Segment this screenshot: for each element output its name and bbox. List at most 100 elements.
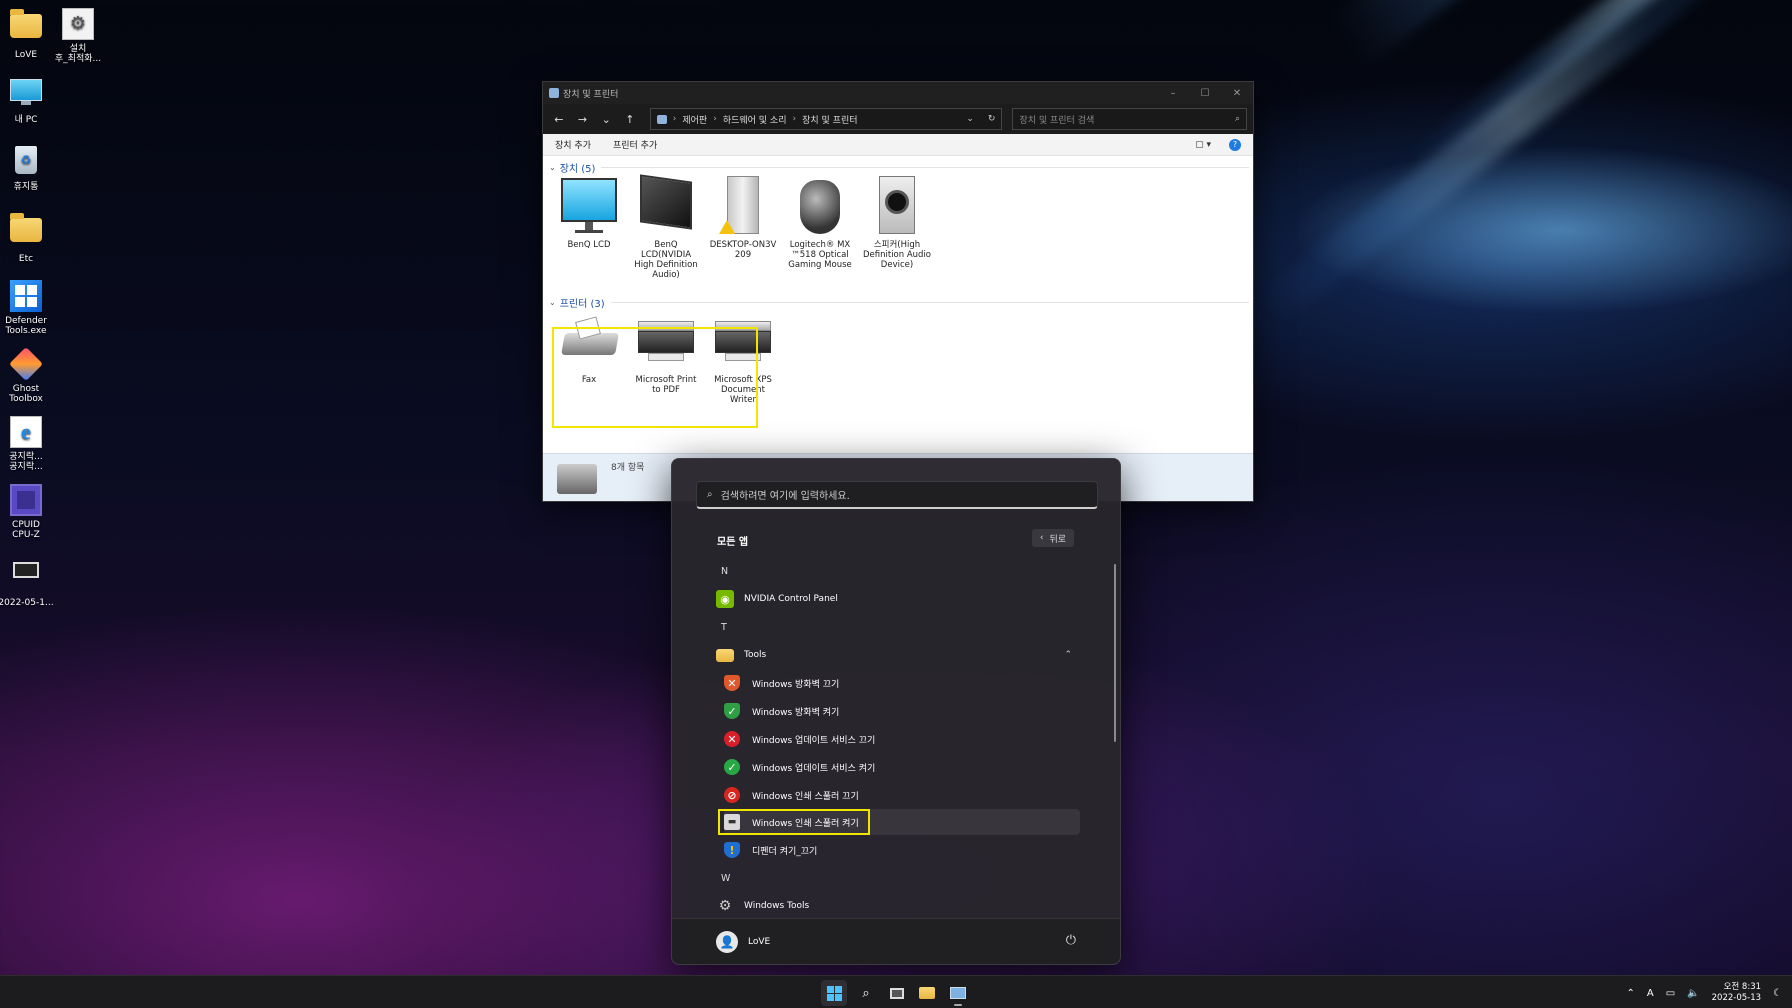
window-titlebar[interactable]: 장치 및 프린터 – ☐ ✕ (543, 82, 1253, 104)
taskbar-search-icon[interactable]: ⌕ (853, 980, 879, 1006)
collapse-chevron-icon: ⌄ (549, 298, 556, 307)
command-bar: 장치 추가 프린터 추가 ▢ ▾ ? (543, 134, 1253, 156)
firewall-on-icon: ✓ (724, 703, 740, 719)
start-footer: 👤 LoVE ⏻ (672, 918, 1120, 964)
breadcrumb-hardware-sound[interactable]: 하드웨어 및 소리 (723, 113, 787, 126)
chevron-up-icon[interactable]: ⌃ (1626, 988, 1634, 999)
folder-icon (10, 9, 42, 46)
desktop-icon-notice[interactable]: e 공지락... 공지락... (0, 416, 57, 472)
back-arrow-icon[interactable]: ← (549, 109, 569, 129)
desktop-icon-ghost-toolbox[interactable]: Ghost Toolbox (0, 347, 57, 404)
collapse-chevron-icon: ⌄ (549, 163, 556, 172)
device-item[interactable]: DESKTOP-ON3V 209 (705, 176, 781, 260)
recycle-bin-icon: ♻ (10, 146, 42, 178)
system-tray: ⌃ A ▭ 🔈 오전 8:31 2022-05-13 ☾ (1626, 980, 1782, 1006)
app-firewall-on[interactable]: ✓ Windows 방화벽 켜기 (724, 698, 1080, 724)
maximize-button[interactable]: ☐ (1189, 88, 1221, 99)
warning-icon (719, 220, 735, 234)
app-tools-folder[interactable]: Tools ⌃ (716, 642, 1080, 668)
add-device-button[interactable]: 장치 추가 (555, 138, 591, 151)
ie-icon: e (10, 416, 42, 448)
devices-group-header[interactable]: ⌄ 장치 (5) (549, 160, 1249, 175)
wallpaper-streak (1250, 0, 1779, 332)
spooler-off-icon: ⊘ (724, 787, 740, 803)
app-spooler-off[interactable]: ⊘ Windows 인쇄 스풀러 끄기 (724, 782, 1080, 808)
start-search-input[interactable]: ⌕ 검색하려면 여기에 입력하세요. (696, 481, 1098, 509)
cpuz-icon (10, 484, 42, 516)
app-windows-tools[interactable]: ⚙ Windows Tools (716, 893, 1080, 919)
desktop-icon-recycle[interactable]: ♻ 휴지통 (0, 144, 57, 192)
add-printer-button[interactable]: 프린터 추가 (613, 138, 657, 151)
volume-icon[interactable]: 🔈 (1687, 988, 1699, 999)
app-update-on[interactable]: ✓ Windows 업데이트 서비스 켜기 (724, 754, 1080, 780)
notification-icon[interactable]: ☾ (1773, 988, 1782, 999)
taskbar: ⌕ ⌃ A ▭ 🔈 오전 8:31 2022-05-13 ☾ (0, 975, 1792, 1008)
address-bar[interactable]: › 제어판 › 하드웨어 및 소리 › 장치 및 프린터 ⌄ ↻ (649, 108, 1003, 130)
app-firewall-off[interactable]: ✕ Windows 방화벽 끄기 (724, 670, 1080, 696)
close-button[interactable]: ✕ (1221, 88, 1253, 99)
folder-icon (10, 213, 42, 250)
update-on-icon: ✓ (724, 759, 740, 775)
app-defender-toggle[interactable]: ! 디펜더 켜기_끄기 (724, 837, 1080, 863)
defender-tools-icon (10, 280, 42, 312)
start-button[interactable] (821, 980, 847, 1006)
windows-logo-icon (826, 985, 842, 1001)
monitor-audio-icon (636, 174, 696, 236)
gear-icon: ⚙ (718, 898, 732, 914)
up-arrow-icon[interactable]: ↑ (620, 109, 640, 129)
app-nvidia-control-panel[interactable]: ◉ NVIDIA Control Panel (716, 586, 1080, 612)
ghost-toolbox-icon (9, 347, 43, 381)
recent-locations-chevron-icon[interactable]: ⌄ (596, 109, 616, 129)
device-item[interactable]: BenQ LCD(NVIDIA High Definition Audio) (628, 174, 704, 280)
navigation-bar: ← → ⌄ ↑ › 제어판 › 하드웨어 및 소리 › 장치 및 프린터 ⌄ ↻ … (543, 104, 1253, 134)
desktop-icon-screenshot[interactable]: 2022-05-1... (0, 554, 57, 608)
section-letter-t[interactable]: T (721, 622, 727, 633)
desktop-icon-cpuz[interactable]: CPUID CPU-Z (0, 484, 57, 540)
breadcrumb-control-panel[interactable]: 제어판 (682, 113, 707, 126)
desktop-icon-defender-tools[interactable]: Defender Tools.exe (0, 280, 57, 336)
devices-printers-icon (549, 88, 559, 98)
desktop-icon-mypc[interactable]: 내 PC (0, 76, 57, 125)
network-icon[interactable]: ▭ (1666, 988, 1675, 999)
ime-indicator[interactable]: A (1647, 988, 1654, 999)
scrollbar[interactable] (1114, 564, 1116, 742)
help-icon[interactable]: ? (1229, 138, 1241, 151)
power-icon[interactable]: ⏻ (1066, 933, 1076, 948)
forward-arrow-icon[interactable]: → (573, 109, 593, 129)
app-update-off[interactable]: ✕ Windows 업데이트 서비스 끄기 (724, 726, 1080, 752)
user-account-button[interactable]: 👤 LoVE (716, 931, 770, 953)
screenshot-icon (10, 562, 42, 594)
update-off-icon: ✕ (724, 731, 740, 747)
clock[interactable]: 오전 8:31 2022-05-13 (1712, 982, 1761, 1004)
all-apps-heading: 모든 앱 (717, 537, 749, 548)
task-view-icon[interactable] (884, 980, 910, 1006)
back-button[interactable]: ‹ 뒤로 (1032, 529, 1074, 547)
search-placeholder: 장치 및 프린터 검색 (1019, 115, 1095, 126)
search-box[interactable]: 장치 및 프린터 검색 ⌕ (1012, 108, 1247, 130)
defender-shield-icon: ! (724, 842, 740, 858)
section-letter-n[interactable]: N (721, 566, 728, 577)
item-count: 8개 항목 (611, 463, 645, 473)
minimize-button[interactable]: – (1157, 88, 1189, 99)
section-letter-w[interactable]: W (721, 873, 730, 884)
devices-printers-taskbar-icon[interactable] (945, 980, 971, 1006)
refresh-icon[interactable]: ↻ (988, 114, 996, 124)
breadcrumb-devices-printers[interactable]: 장치 및 프린터 (802, 113, 857, 126)
view-options-icon[interactable]: ▢ ▾ (1195, 140, 1211, 150)
search-icon: ⌕ (707, 489, 713, 500)
speaker-icon (867, 176, 927, 236)
chevron-left-icon: ‹ (1039, 533, 1044, 543)
desktop-icon-optimize[interactable]: ⚙ 설치 후_최적화... (47, 8, 109, 64)
desktop-icon-etc[interactable]: Etc (0, 212, 57, 264)
settings-shortcut-icon: ⚙ (62, 8, 94, 40)
printers-group-header[interactable]: ⌄ 프린터 (3) (549, 295, 1249, 310)
device-item[interactable]: Logitech® MX ™518 Optical Gaming Mouse (782, 176, 858, 270)
file-explorer-icon[interactable] (914, 980, 940, 1006)
device-item[interactable]: BenQ LCD (551, 176, 627, 250)
monitor-icon (10, 79, 42, 111)
nvidia-icon: ◉ (716, 590, 734, 608)
device-item[interactable]: 스피커(High Definition Audio Device) (859, 176, 935, 270)
search-icon: ⌕ (1234, 114, 1240, 124)
devices-printers-window: 장치 및 프린터 – ☐ ✕ ← → ⌄ ↑ › 제어판 › 하드웨어 및 소리… (542, 81, 1254, 502)
address-dropdown-icon[interactable]: ⌄ (966, 114, 974, 124)
